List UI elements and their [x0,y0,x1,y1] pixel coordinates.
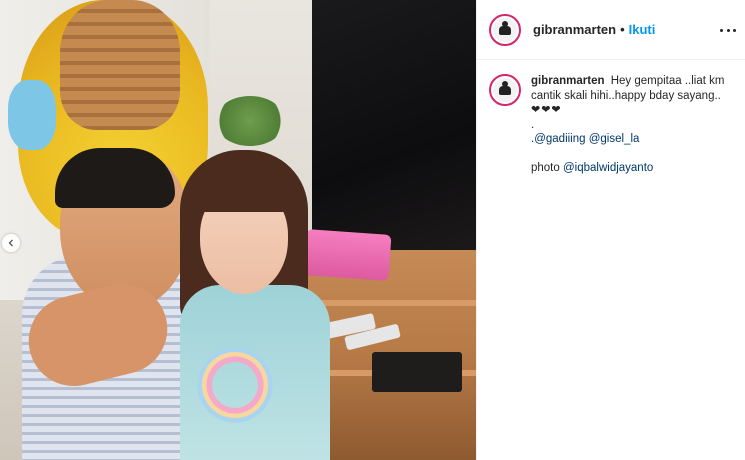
post-header: gibranmarten • Ikuti [477,0,745,60]
photo-credit-link[interactable]: @iqbalwidjayanto [563,162,653,174]
shelf-edge [300,300,476,306]
avatar[interactable] [489,74,521,106]
balloon-decoration-top [60,0,180,130]
avatar-image [493,17,517,42]
avatar-image [493,78,517,102]
caption-body: gibranmarten Hey gempitaa ..liat km cant… [531,74,731,176]
header-text: gibranmarten • Ikuti [533,22,655,37]
caption-hearts: ❤❤❤ [531,104,562,116]
more-dot [720,28,723,32]
header-username[interactable]: gibranmarten [533,22,616,37]
avatar[interactable] [489,13,521,46]
rainbow-print [195,345,275,425]
man-hair [55,148,175,208]
caption-photo-credit: photo @iqbalwidjayanto [531,161,731,176]
mention-link[interactable]: @gisel_la [589,133,640,145]
caption-comment: gibranmarten Hey gempitaa ..liat km cant… [489,74,739,176]
pink-box [303,229,392,281]
separator-dot: • [620,22,625,37]
girl-bangs [198,172,290,212]
toy-figure [8,80,56,150]
caption-username[interactable]: gibranmarten [531,75,605,87]
post-sidebar: gibranmarten • Ikuti gibranmarten Hey ge… [476,0,745,460]
more-dot [726,28,730,32]
post-photo[interactable] [0,0,476,460]
caption-dot-line: . [531,118,535,131]
game-console [372,352,462,392]
chevron-left-icon[interactable] [2,234,20,252]
caption-text-line: gibranmarten Hey gempitaa ..liat km cant… [531,74,731,103]
more-dot [733,28,736,32]
avatar-figure [499,86,511,95]
plant [215,96,285,146]
more-options-icon[interactable] [720,22,736,38]
caption-mentions: .@gadiiing @gisel_la [531,132,731,147]
photo-label: photo [531,162,560,174]
follow-button[interactable]: Ikuti [629,22,656,37]
avatar-figure [499,25,511,35]
mention-link[interactable]: @gadiiing [534,133,585,145]
